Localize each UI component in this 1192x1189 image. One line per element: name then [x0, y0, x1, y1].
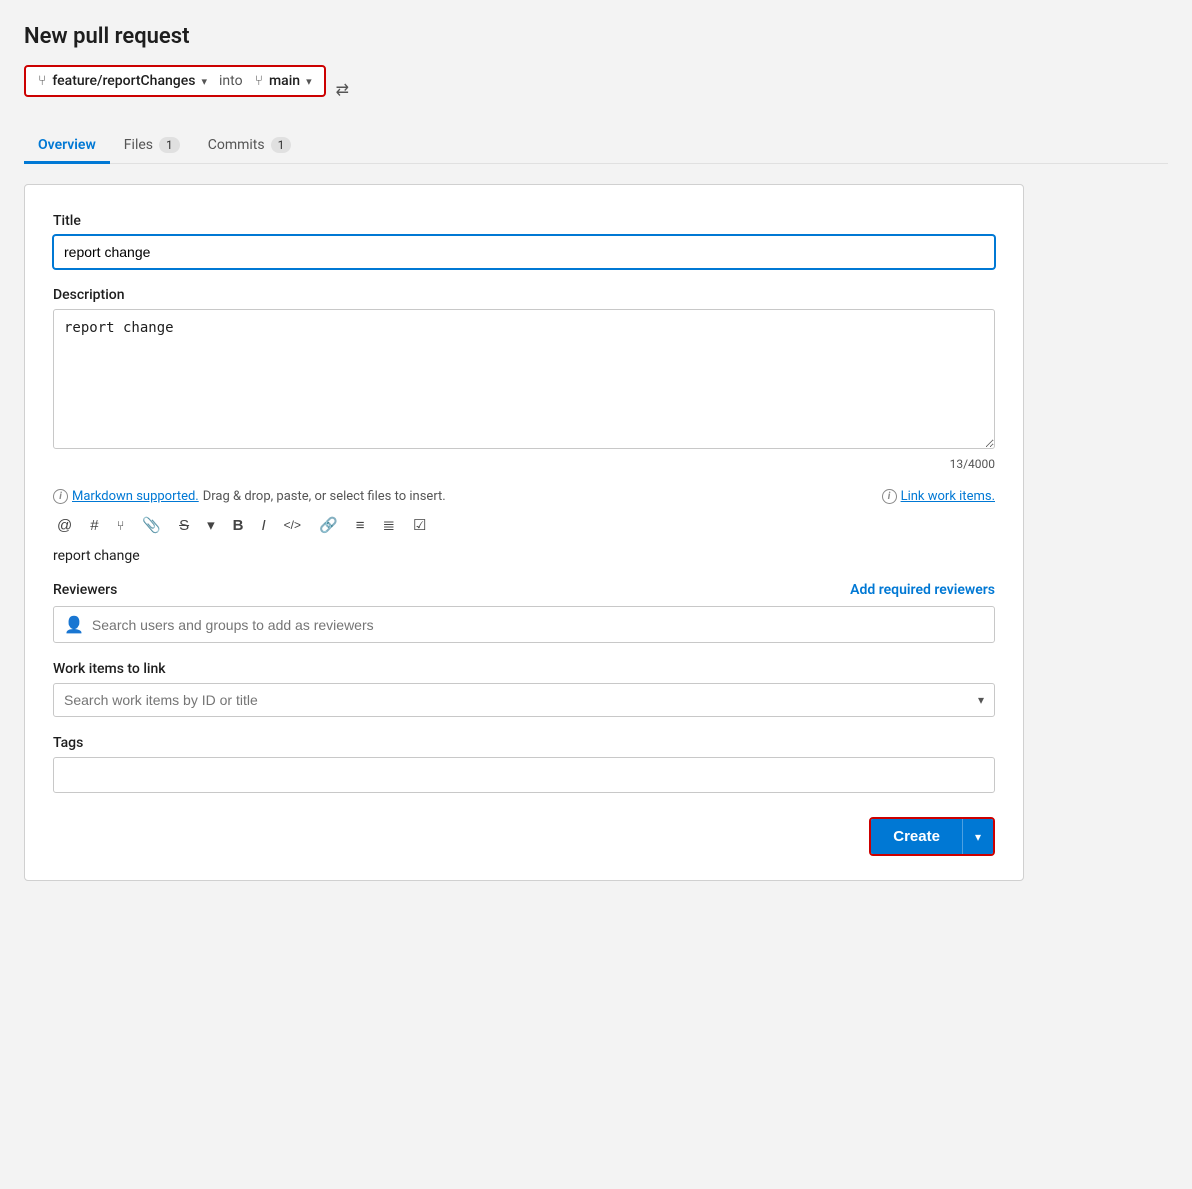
reviewers-label: Reviewers	[53, 582, 117, 598]
char-count: 13/4000	[53, 457, 995, 471]
bullets-button[interactable]: ≡	[352, 515, 369, 536]
tab-files-badge: 1	[159, 137, 180, 153]
tab-bar: Overview Files 1 Commits 1	[24, 129, 1168, 164]
reviewers-search-input[interactable]	[92, 617, 984, 633]
strikethrough-button[interactable]: S	[175, 515, 193, 536]
into-text: into	[213, 73, 249, 89]
bold-button[interactable]: B	[229, 515, 248, 536]
tab-files-label: Files	[124, 137, 153, 153]
description-preview: report change	[53, 548, 995, 564]
tags-group: Tags	[53, 735, 995, 793]
link-work-items[interactable]: Link work items.	[901, 489, 995, 504]
title-label: Title	[53, 213, 995, 229]
work-items-group: Work items to link ▾	[53, 661, 995, 717]
tags-label: Tags	[53, 735, 995, 751]
create-row: Create ▾	[53, 817, 995, 856]
reviewers-header-row: Reviewers Add required reviewers	[53, 582, 995, 598]
info-icon: i	[53, 489, 68, 504]
tab-commits[interactable]: Commits 1	[194, 129, 306, 164]
markdown-link[interactable]: Markdown supported.	[72, 489, 199, 504]
description-textarea[interactable]: report change	[53, 309, 995, 449]
reviewers-group: Reviewers Add required reviewers 👤	[53, 582, 995, 643]
form-card: Title Description report change 13/4000 …	[24, 184, 1024, 881]
pullrequest-button[interactable]: ⑂	[113, 516, 129, 535]
tasklist-button[interactable]: ☑	[409, 514, 430, 536]
heading-button[interactable]: ▾	[203, 514, 219, 536]
create-button[interactable]: Create	[871, 819, 962, 854]
target-branch-icon: ⑂	[255, 73, 263, 89]
title-group: Title	[53, 213, 995, 269]
title-input[interactable]	[53, 235, 995, 269]
description-label: Description	[53, 287, 995, 303]
markdown-hint: Drag & drop, paste, or select files to i…	[203, 489, 446, 504]
source-branch-chevron-icon: ▾	[201, 75, 207, 88]
tab-overview[interactable]: Overview	[24, 129, 110, 164]
attach-button[interactable]: 📎	[138, 514, 165, 536]
swap-branches-icon[interactable]: ⇄	[336, 80, 349, 99]
work-items-dropdown-icon: ▾	[978, 693, 984, 707]
target-branch-name: main	[269, 73, 300, 89]
reviewers-search-input-container[interactable]: 👤	[53, 606, 995, 643]
markdown-row: i Markdown supported. Drag & drop, paste…	[53, 489, 995, 504]
target-branch-chevron-icon: ▾	[306, 75, 312, 88]
hashtag-button[interactable]: #	[86, 515, 102, 536]
work-items-input-container[interactable]: ▾	[53, 683, 995, 717]
tab-overview-label: Overview	[38, 137, 96, 153]
page-title: New pull request	[24, 24, 1168, 49]
mention-button[interactable]: @	[53, 515, 76, 536]
reviewers-search-wrapper: 👤	[53, 606, 995, 643]
create-button-group: Create ▾	[869, 817, 995, 856]
italic-button[interactable]: I	[257, 515, 269, 536]
numbered-button[interactable]: ≣	[378, 514, 399, 536]
link-work-info-icon: i	[882, 489, 897, 504]
markdown-left: i Markdown supported. Drag & drop, paste…	[53, 489, 446, 504]
branch-selector[interactable]: ⑂ feature/reportChanges ▾ into ⑂ main ▾	[24, 65, 326, 97]
link-button[interactable]: 🔗	[315, 514, 342, 536]
source-branch-icon: ⑂	[38, 73, 46, 89]
add-required-reviewers-link[interactable]: Add required reviewers	[850, 582, 995, 598]
description-group: Description report change 13/4000	[53, 287, 995, 471]
create-dropdown-button[interactable]: ▾	[962, 819, 993, 854]
person-icon: 👤	[64, 615, 84, 634]
markdown-right: i Link work items.	[882, 489, 995, 504]
tab-commits-badge: 1	[271, 137, 292, 153]
code-button[interactable]: </>	[280, 516, 305, 534]
tab-files[interactable]: Files 1	[110, 129, 194, 164]
work-items-input[interactable]	[64, 692, 978, 708]
formatting-toolbar: @ # ⑂ 📎 S ▾ B I </> 🔗 ≡ ≣ ☑	[53, 514, 995, 536]
source-branch-name: feature/reportChanges	[52, 73, 195, 89]
tab-commits-label: Commits	[208, 137, 265, 153]
work-items-label: Work items to link	[53, 661, 995, 677]
tags-input[interactable]	[53, 757, 995, 793]
